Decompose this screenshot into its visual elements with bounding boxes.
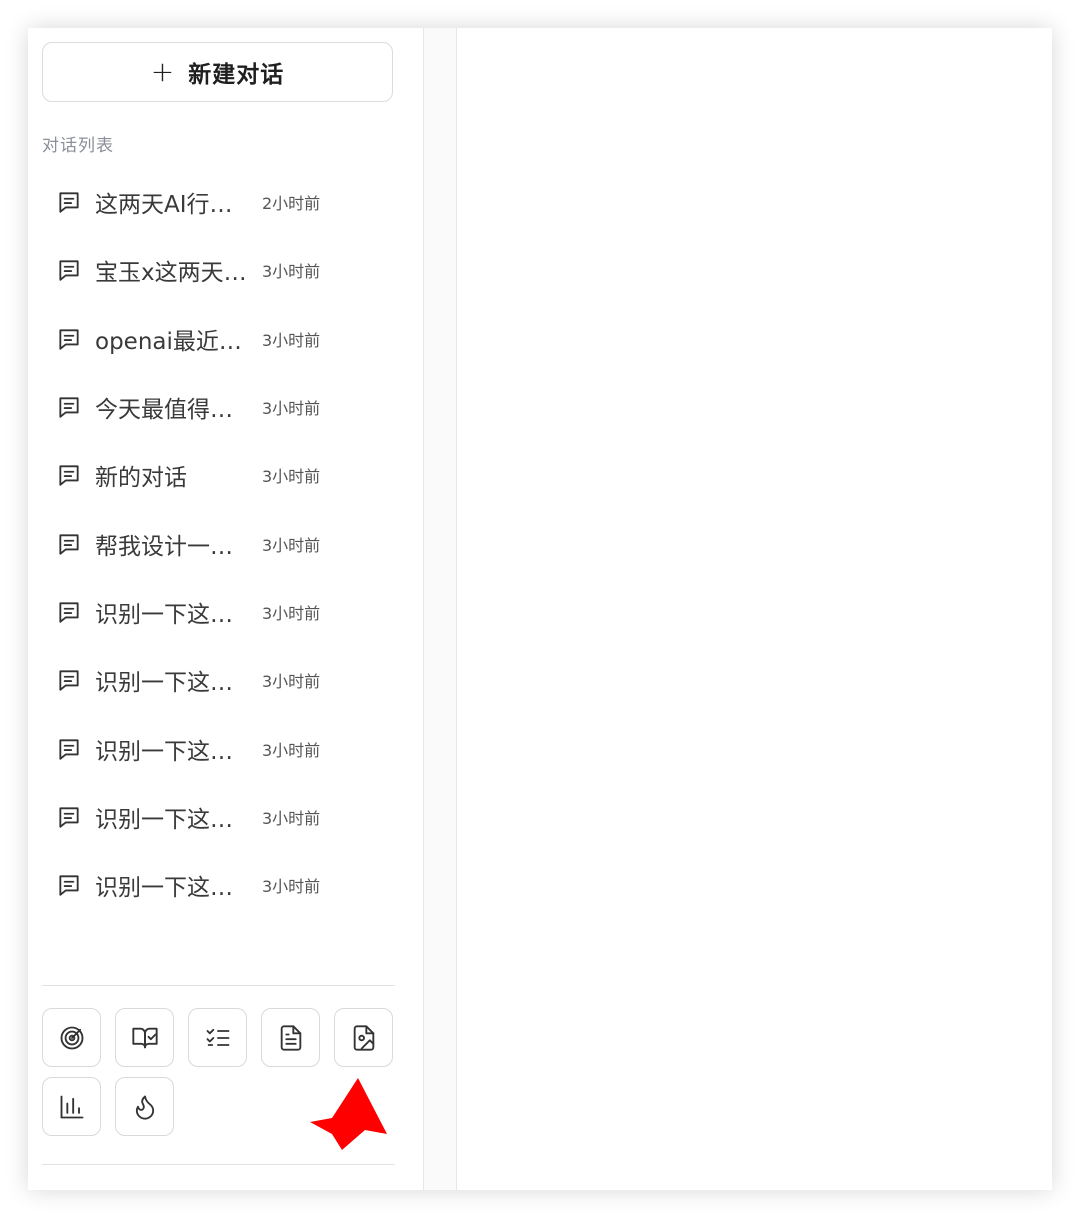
conversation-title: 今天最值得关注的新闻 — [95, 397, 250, 424]
list-checks-icon — [206, 1028, 229, 1046]
sidebar-gutter[interactable] — [424, 28, 456, 1190]
sidebar: + 新建对话 对话列表 这两天AI行业有什么新鲜事 2小时前宝玉x这两天发了什么 3… — [28, 28, 423, 1190]
conversation-title: 这两天AI行业有什么新鲜事 — [95, 192, 250, 219]
conversation-item[interactable]: 识别一下这张图片 3小时前 — [42, 578, 402, 646]
conversation-time: 3小时前 — [262, 330, 321, 350]
conversation-title: openai最近有什么动态 — [95, 328, 250, 355]
conversation-title: 识别一下这张图片 — [95, 601, 250, 628]
conversation-time: 2小时前 — [262, 194, 321, 214]
conversation-title: 识别一下这张图片 — [95, 738, 250, 765]
conversation-time: 3小时前 — [262, 740, 321, 760]
new-chat-label: 新建对话 — [188, 62, 285, 88]
message-square-icon — [59, 329, 79, 350]
conversation-time: 3小时前 — [262, 672, 321, 692]
message-square-icon — [59, 465, 79, 486]
message-square-icon — [59, 260, 79, 282]
conversation-title: 识别一下这张图片 — [95, 875, 250, 902]
conversation-time: 3小时前 — [262, 467, 321, 487]
conversation-time: 3小时前 — [262, 603, 321, 623]
conversation-item[interactable]: 帮我设计一个网页 3小时前 — [42, 509, 402, 577]
message-square-icon — [59, 807, 79, 828]
book-check-button[interactable] — [115, 1008, 174, 1067]
message-square-icon — [59, 875, 79, 896]
file-text-icon — [280, 1024, 301, 1051]
list-fade — [42, 940, 402, 958]
document-button[interactable] — [261, 1008, 320, 1067]
app-window: + 新建对话 对话列表 这两天AI行业有什么新鲜事 2小时前宝玉x这两天发了什么 3… — [28, 28, 1052, 1190]
conversation-item[interactable]: 识别一下这张图片 3小时前 — [42, 851, 402, 919]
chart-button[interactable] — [42, 1077, 101, 1136]
file-image-icon — [353, 1024, 374, 1051]
plus-icon: + — [150, 55, 175, 88]
conversation-time: 3小时前 — [262, 808, 321, 828]
radar-icon — [60, 1026, 83, 1049]
bar-chart-icon — [60, 1095, 83, 1118]
book-open-check-icon — [131, 1027, 158, 1048]
conversation-title: 新的对话 — [95, 465, 187, 492]
conversation-time: 3小时前 — [262, 399, 321, 419]
image-file-button[interactable] — [334, 1008, 393, 1067]
message-square-icon — [59, 738, 79, 760]
radar-button[interactable] — [42, 1008, 101, 1067]
conversation-time: 3小时前 — [262, 535, 321, 555]
conversation-item[interactable]: 今天最值得关注的新闻 3小时前 — [42, 373, 402, 441]
tools-divider-bottom — [42, 1164, 395, 1165]
conversation-item[interactable]: 宝玉x这两天发了什么 3小时前 — [42, 236, 402, 304]
conversation-item[interactable]: 识别一下这张图片 3小时前 — [42, 714, 402, 782]
task-list-button[interactable] — [188, 1008, 247, 1067]
annotation-arrow — [310, 1078, 387, 1150]
main-content — [457, 28, 1052, 1190]
conversation-time: 3小时前 — [262, 877, 321, 897]
conversation-item[interactable]: 识别一下这张图片 3小时前 — [42, 783, 402, 851]
flame-icon — [135, 1095, 154, 1120]
trending-button[interactable] — [115, 1077, 174, 1136]
conversation-title: 识别一下这张图片 — [95, 670, 250, 697]
conversation-item[interactable]: openai最近有什么动态 3小时前 — [42, 305, 402, 373]
tools-divider-top — [42, 985, 395, 986]
new-chat-button[interactable]: + 新建对话 — [42, 42, 393, 102]
conversation-item[interactable]: 这两天AI行业有什么新鲜事 2小时前 — [42, 168, 402, 236]
message-square-icon — [59, 192, 79, 213]
message-square-icon — [59, 602, 79, 623]
message-square-icon — [59, 534, 79, 555]
conversation-time: 3小时前 — [262, 262, 321, 282]
conversation-title: 宝玉x这两天发了什么 — [95, 260, 250, 287]
conversation-list-heading: 对话列表 — [42, 136, 114, 156]
conversation-list[interactable]: 这两天AI行业有什么新鲜事2小时前宝玉x这两天发了什么3小时前openai最近有… — [42, 168, 402, 958]
message-square-icon — [59, 397, 79, 418]
message-square-icon — [59, 670, 79, 691]
conversation-title: 识别一下这张图片 — [95, 806, 250, 833]
conversation-item[interactable]: 识别一下这张图片 3小时前 — [42, 646, 402, 714]
conversation-item[interactable]: 新的对话 3小时前 — [42, 441, 402, 509]
conversation-title: 帮我设计一个网页 — [95, 533, 250, 560]
